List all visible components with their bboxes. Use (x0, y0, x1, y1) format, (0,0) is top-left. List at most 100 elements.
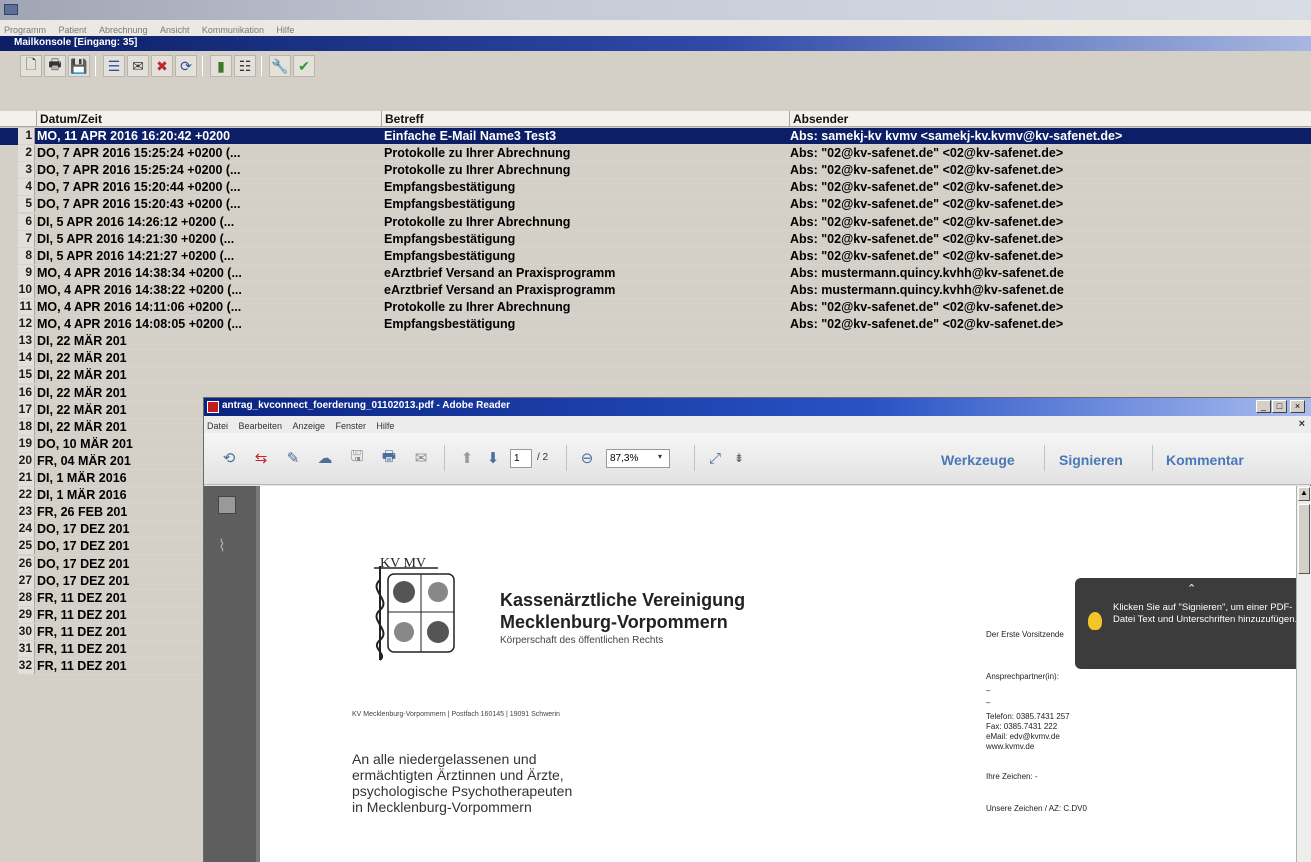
toolbar-separator (1152, 445, 1153, 471)
address-book-icon[interactable]: ☷ (234, 55, 256, 77)
menu-kommunikation[interactable]: Kommunikation (198, 23, 268, 35)
toolbar-separator (566, 445, 567, 471)
mail-toolbar: 🗋 🖶 💾 ☰ ✉ ✖ ⟳ ▮ ☷ 🔧 ✔ (0, 51, 1311, 82)
table-row[interactable]: 8 DI, 5 APR 2016 14:21:27 +0200 (... Empfa… (0, 247, 1311, 265)
cell-date: MO, 4 APR 2016 14:11:06 +0200 (... (37, 300, 242, 314)
close-document-icon[interactable]: × (1299, 418, 1305, 430)
toolbar-separator (444, 445, 445, 471)
scroll-up-arrow-icon[interactable]: ▲ (1298, 487, 1310, 501)
email-icon[interactable]: ✉ (410, 447, 432, 469)
table-row[interactable]: 12 MO, 4 APR 2016 14:08:05 +0200 (... Empf… (0, 316, 1311, 334)
properties-icon[interactable]: ☰ (103, 55, 125, 77)
page-total: / 2 (537, 452, 549, 463)
next-page-icon[interactable]: ⬇ (482, 447, 504, 469)
table-row[interactable]: 5 DO, 7 APR 2016 15:20:43 +0200 (... Empfa… (0, 196, 1311, 214)
kvmv-logo: KV MV (368, 550, 498, 670)
menu-hilfe[interactable]: Hilfe (272, 23, 298, 35)
row-number: 29 (18, 606, 35, 623)
cell-date: DI, 22 MÄR 201 (37, 334, 127, 349)
column-header-sender[interactable]: Absender (790, 111, 1311, 127)
column-header-subject[interactable]: Betreff (382, 111, 790, 127)
table-row[interactable]: 4 DO, 7 APR 2016 15:20:44 +0200 (... Empfa… (0, 179, 1311, 197)
reader-menu-bearbeiten[interactable]: Bearbeiten (235, 418, 285, 431)
delete-icon[interactable]: ✖ (151, 55, 173, 77)
table-row[interactable]: 11 MO, 4 APR 2016 14:11:06 +0200 (... Prot… (0, 299, 1311, 316)
attachments-icon[interactable]: ⌇ (218, 536, 226, 556)
previous-page-icon[interactable]: ⬆ (456, 447, 478, 469)
cell-date: MO, 4 APR 2016 14:38:22 +0200 (... (37, 282, 242, 297)
chevron-down-icon[interactable]: ▾ (658, 452, 662, 461)
scrollbar-thumb[interactable] (1298, 504, 1310, 574)
cloud-icon[interactable]: ☁ (314, 447, 336, 469)
cell-subject: Empfangsbestätigung (384, 317, 516, 332)
reader-menu-fenster[interactable]: Fenster (332, 418, 369, 431)
menu-programm[interactable]: Programm (0, 23, 50, 35)
save-icon[interactable]: 💾 (68, 55, 90, 77)
cell-date: DO, 7 APR 2016 15:25:24 +0200 (... (37, 146, 241, 161)
column-header-date[interactable]: Datum/Zeit (37, 111, 382, 127)
row-number: 31 (18, 641, 35, 657)
sign-hint-tooltip[interactable]: ⌃ Klicken Sie auf "Signieren", um einer … (1075, 578, 1307, 669)
mail-icon[interactable]: ✉ (127, 55, 149, 77)
cell-date: MO, 4 APR 2016 14:08:05 +0200 (... (37, 317, 242, 332)
minimize-button[interactable]: _ (1256, 400, 1271, 413)
convert-icon[interactable]: ⇆ (250, 447, 272, 469)
email-line: eMail: edv@kvmv.de (986, 732, 1060, 741)
sign-link[interactable]: Signieren (1059, 452, 1123, 468)
check-icon[interactable]: ✔ (293, 55, 315, 77)
menu-abrechnung[interactable]: Abrechnung (95, 23, 152, 35)
row-number: 24 (18, 521, 35, 538)
reader-menu-anzeige[interactable]: Anzeige (289, 418, 328, 431)
table-row[interactable]: 9 MO, 4 APR 2016 14:38:34 +0200 (... eArzt… (0, 264, 1311, 282)
menu-ansicht[interactable]: Ansicht (156, 23, 194, 35)
cell-subject: Empfangsbestätigung (384, 231, 516, 246)
statistics-icon[interactable]: ▮ (210, 55, 232, 77)
tools-icon[interactable]: 🔧 (269, 55, 291, 77)
more-tools-icon[interactable]: ⇟ (734, 451, 744, 465)
reader-menu-hilfe[interactable]: Hilfe (373, 418, 397, 431)
new-mail-icon[interactable]: 🗋 (20, 55, 42, 77)
fit-page-icon[interactable]: ⤢ (704, 447, 726, 469)
vertical-scrollbar[interactable]: ▲ (1296, 486, 1311, 862)
create-pdf-icon[interactable]: ⟲ (218, 447, 240, 469)
table-row[interactable]: 2 DO, 7 APR 2016 15:25:24 +0200 (... Proto… (0, 145, 1311, 163)
row-number: 17 (18, 401, 35, 418)
row-number: 16 (18, 384, 35, 401)
print-icon[interactable]: 🖶 (44, 55, 66, 77)
collapse-chevron-icon[interactable]: ⌃ (1187, 582, 1196, 595)
tools-link[interactable]: Werkzeuge (941, 452, 1015, 468)
page-thumbnails-icon[interactable] (218, 496, 236, 514)
table-row[interactable]: 10 MO, 4 APR 2016 14:38:22 +0200 (... eArz… (0, 281, 1311, 299)
table-row[interactable]: 3 DO, 7 APR 2016 15:25:24 +0200 (... Proto… (0, 162, 1311, 180)
refresh-icon[interactable]: ⟳ (175, 55, 197, 77)
row-number: 14 (18, 350, 35, 367)
page-number-input[interactable]: 1 (510, 449, 532, 468)
cell-sender: Abs: "02@kv-safenet.de" <02@kv-safenet.d… (790, 197, 1064, 212)
website-line: www.kvmv.de (986, 742, 1035, 751)
edit-icon[interactable]: ✎ (282, 447, 304, 469)
close-button[interactable]: × (1290, 400, 1305, 413)
row-number: 26 (18, 555, 35, 572)
print-icon[interactable]: 🖶 (378, 447, 400, 469)
reader-menu-datei[interactable]: Datei (204, 418, 231, 431)
row-number: 22 (18, 487, 35, 504)
menu-patient[interactable]: Patient (54, 23, 90, 35)
cell-sender: Abs: "02@kv-safenet.de" <02@kv-safenet.d… (790, 317, 1064, 332)
table-row[interactable]: 14 DI, 22 MÄR 201 (0, 350, 1311, 368)
toolbar-separator (202, 56, 203, 76)
cell-sender: Abs: "02@kv-safenet.de" <02@kv-safenet.d… (790, 248, 1064, 263)
cell-subject: Protokolle zu Ihrer Abrechnung (384, 163, 571, 178)
row-number: 19 (18, 435, 35, 452)
table-row[interactable]: 1 MO, 11 APR 2016 16:20:42 +0200 Einfache … (0, 128, 1311, 145)
table-row[interactable]: 6 DI, 5 APR 2016 14:26:12 +0200 (... Proto… (0, 213, 1311, 231)
maximize-button[interactable]: □ (1272, 400, 1287, 413)
mailconsole-titlebar: Mailkonsole [Eingang: 35] (0, 36, 1311, 51)
zoom-out-icon[interactable]: ⊖ (576, 447, 598, 469)
table-row[interactable]: 7 DI, 5 APR 2016 14:21:30 +0200 (... Empfa… (0, 230, 1311, 248)
table-row[interactable]: 15 DI, 22 MÄR 201 (0, 367, 1311, 385)
cell-subject: Protokolle zu Ihrer Abrechnung (384, 300, 571, 314)
table-row[interactable]: 13 DI, 22 MÄR 201 (0, 333, 1311, 351)
save-icon[interactable]: 🖫 (346, 447, 368, 469)
cell-subject: Empfangsbestätigung (384, 248, 516, 263)
comment-link[interactable]: Kommentar (1166, 452, 1244, 468)
